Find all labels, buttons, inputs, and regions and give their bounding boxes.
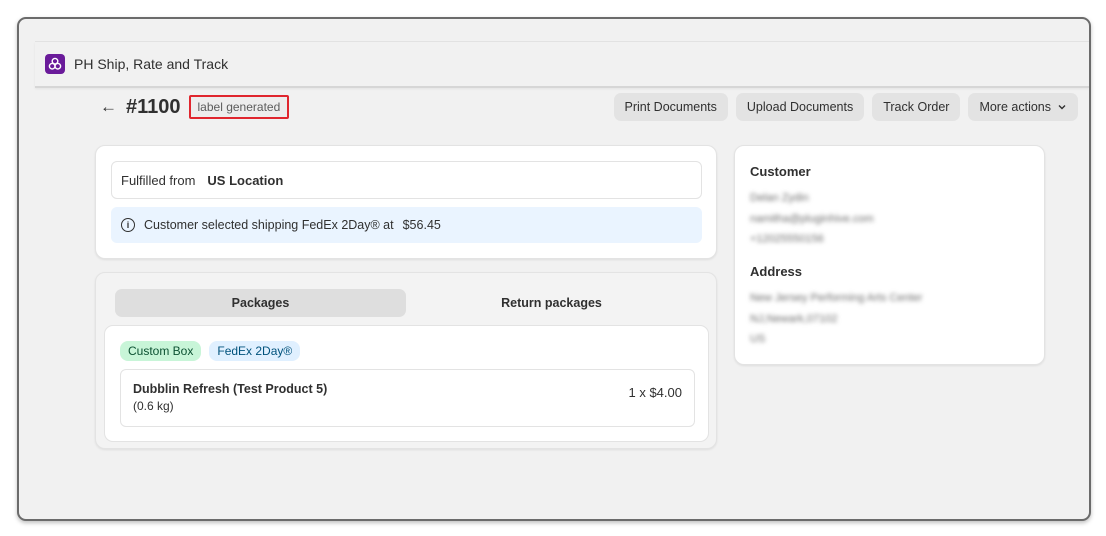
address-title: Address [750, 264, 803, 279]
app-logo-icon [45, 54, 65, 74]
order-number: #1100 [126, 95, 181, 118]
service-tag: FedEx 2Day® [209, 341, 301, 361]
upload-documents-button[interactable]: Upload Documents [735, 93, 865, 121]
shipping-price: $56.45 [402, 218, 441, 232]
address-line2: NJ,Newark,07102 [750, 313, 838, 325]
shipping-info-text: Customer selected shipping FedEx 2Day® a… [144, 218, 394, 232]
product-name: Dubblin Refresh (Test Product 5) [133, 382, 328, 396]
packages-card: Packages Return packages Custom Box FedE… [95, 272, 717, 449]
package-panel: Custom Box FedEx 2Day® Dubblin Refresh (… [104, 325, 709, 442]
tab-packages[interactable]: Packages [115, 289, 406, 317]
package-tags: Custom Box FedEx 2Day® [120, 341, 301, 361]
more-actions-button[interactable]: More actions [968, 93, 1078, 121]
track-order-button[interactable]: Track Order [872, 93, 961, 121]
chevron-down-icon [1058, 105, 1066, 110]
box-type-tag: Custom Box [120, 341, 202, 361]
customer-phone: +12025550156 [750, 233, 824, 245]
action-bar: Print Documents Upload Documents Track O… [613, 93, 1078, 121]
address-line1: New Jersey Performing Arts Center [750, 292, 923, 304]
product-qty-price: 1 x $4.00 [628, 385, 683, 400]
print-documents-button[interactable]: Print Documents [613, 93, 728, 121]
tab-return-packages[interactable]: Return packages [406, 289, 697, 317]
info-icon: i [121, 218, 135, 232]
fulfilled-from-label: Fulfilled from [121, 172, 196, 188]
fulfillment-card: Fulfilled from US Location i Customer se… [95, 145, 717, 259]
customer-email: namitha@pluginhive.com [750, 213, 874, 225]
product-row: Dubblin Refresh (Test Product 5) (0.6 kg… [120, 369, 695, 427]
order-header: ← #1100 label generated Print Documents … [100, 93, 1078, 121]
shipping-info-banner: i Customer selected shipping FedEx 2Day®… [111, 207, 702, 243]
address-country: US [750, 333, 766, 345]
product-weight: (0.6 kg) [133, 399, 174, 413]
customer-card: Customer Delan Zydin namitha@pluginhive.… [734, 145, 1045, 365]
more-actions-label: More actions [979, 100, 1051, 114]
status-badge: label generated [188, 95, 290, 119]
fulfilled-location: US Location [207, 172, 284, 188]
app-header: PH Ship, Rate and Track [35, 42, 1089, 88]
app-title: PH Ship, Rate and Track [74, 56, 229, 72]
package-tabs: Packages Return packages [115, 289, 697, 317]
customer-title: Customer [750, 164, 811, 179]
fulfilled-from: Fulfilled from US Location [111, 161, 702, 199]
customer-name: Delan Zydin [750, 192, 809, 204]
back-arrow-icon[interactable]: ← [100, 97, 122, 117]
